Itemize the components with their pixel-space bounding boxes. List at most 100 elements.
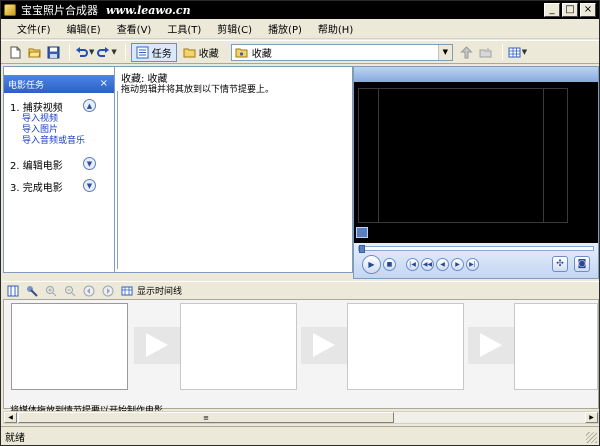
previous-button[interactable]: |◀ [406, 258, 419, 271]
menu-edit[interactable]: 编辑(E) [65, 20, 103, 37]
play-icon: ▶ [368, 260, 375, 269]
task-section-edit[interactable]: 2. 编辑电影 ▼ [4, 157, 114, 172]
task-section-title: 3. 完成电影 [10, 182, 63, 194]
seek-bar[interactable] [358, 245, 594, 253]
rewind-icon: ◀◀ [422, 261, 433, 268]
title-bar[interactable]: 宝宝照片合成器 www.leawo.cn _ □ × [1, 1, 599, 19]
storyboard-slot[interactable] [180, 303, 297, 390]
close-button[interactable]: × [580, 3, 596, 17]
menu-file[interactable]: 文件(F) [15, 20, 53, 37]
split-icon: ✣ [556, 259, 564, 269]
toolbar: ▼ ▼ 任务 收藏 收藏 ▼ ▼ [1, 40, 599, 64]
resize-grip[interactable] [586, 432, 597, 443]
preview-frame-inner [378, 88, 544, 223]
chevron-down-icon[interactable]: ▼ [83, 179, 96, 192]
status-bar: 就绪 [1, 426, 599, 445]
undo-dropdown-icon[interactable]: ▼ [89, 48, 94, 56]
collection-folder-icon [235, 48, 248, 57]
storyboard-toolbar: 显示时间线 [3, 281, 599, 299]
import-pictures-link[interactable]: 导入图片 [22, 125, 114, 136]
snapshot-button[interactable]: ◙ [574, 256, 590, 272]
favorites-button[interactable]: 收藏 [180, 43, 222, 61]
tasks-label: 任务 [151, 48, 172, 60]
storyboard[interactable]: 将媒体拖放到情节提要以开始制作电影。 [3, 299, 599, 416]
views-button[interactable]: ▼ [508, 43, 527, 61]
open-project-button[interactable] [26, 43, 42, 61]
toolbar-separator [501, 44, 503, 60]
zoom-in-icon[interactable] [45, 285, 57, 297]
frame-forward-icon: ▶ [455, 261, 460, 268]
close-icon[interactable]: × [100, 78, 108, 89]
tasks-icon [136, 46, 149, 58]
menu-play[interactable]: 播放(P) [266, 20, 304, 37]
monitor-title-bar [354, 67, 598, 82]
maximize-button[interactable]: □ [562, 3, 578, 17]
collection-select-value: 收藏 [251, 48, 272, 60]
redo-dropdown-icon[interactable]: ▼ [111, 48, 116, 56]
show-timeline-button[interactable]: 显示时间线 [137, 284, 182, 297]
new-project-button[interactable] [7, 43, 23, 61]
views-dropdown-icon[interactable]: ▼ [522, 48, 527, 56]
frame-forward-button[interactable]: ▶ [451, 258, 464, 271]
preview-monitor: ▶ ■ |◀ ◀◀ ◀ ▶ ▶| ✣ ◙ [353, 66, 599, 279]
menu-help[interactable]: 帮助(H) [316, 20, 355, 37]
view-grid-icon [508, 47, 521, 57]
menu-clip[interactable]: 剪辑(C) [215, 20, 254, 37]
collection-select[interactable]: 收藏 ▼ [230, 43, 453, 61]
play-storyboard-icon[interactable] [102, 285, 114, 297]
transition-slot[interactable] [301, 327, 347, 364]
storyboard-slot[interactable] [11, 303, 128, 390]
menu-tools[interactable]: 工具(T) [165, 20, 203, 37]
task-section-title: 2. 编辑电影 [10, 160, 63, 172]
storyboard-slot[interactable] [514, 303, 598, 390]
tasks-button[interactable]: 任务 [130, 42, 177, 62]
rewind-storyboard-icon[interactable] [83, 285, 95, 297]
stop-icon: ■ [386, 261, 393, 268]
open-folder-icon [27, 48, 41, 57]
preview-screen [354, 82, 598, 228]
transition-arrow-icon [480, 333, 502, 357]
scroll-right-button[interactable]: ▶ [585, 412, 598, 423]
split-clip-icon[interactable] [356, 227, 368, 238]
transition-slot[interactable] [468, 327, 514, 364]
narrate-icon[interactable] [26, 285, 38, 297]
window-site: www.leawo.cn [106, 3, 191, 17]
collection-pane[interactable]: 收藏: 收藏 拖动剪辑并将其放到以下情节提要上。 [115, 66, 353, 273]
play-button[interactable]: ▶ [362, 255, 381, 274]
chevron-down-icon[interactable]: ▼ [437, 44, 452, 60]
chevron-down-icon[interactable]: ▼ [83, 157, 96, 170]
task-section-finish[interactable]: 3. 完成电影 ▼ [4, 179, 114, 194]
up-level-button[interactable] [459, 43, 475, 61]
menu-view[interactable]: 查看(V) [115, 20, 154, 37]
app-icon [4, 4, 16, 16]
minimize-button[interactable]: _ [544, 3, 560, 17]
window-title: 宝宝照片合成器 [21, 4, 98, 17]
redo-button[interactable]: ▼ [97, 43, 117, 61]
import-audio-link[interactable]: 导入音频或音乐 [22, 136, 114, 147]
timeline-icon[interactable] [121, 285, 133, 297]
new-collection-button[interactable] [478, 43, 494, 61]
frame-back-button[interactable]: ◀ [436, 258, 449, 271]
favorites-label: 收藏 [198, 48, 219, 60]
zoom-out-icon[interactable] [64, 285, 76, 297]
storyboard-scrollbar[interactable]: ◀ ≡ ▶ [3, 411, 599, 424]
import-video-link[interactable]: 导入视频 [22, 114, 114, 125]
save-icon [47, 46, 59, 58]
task-section-capture[interactable]: 1. 捕获视频 ▲ [4, 99, 114, 114]
rewind-button[interactable]: ◀◀ [421, 258, 434, 271]
movie-tasks-header: 电影任务 × [4, 75, 114, 93]
scroll-thumb[interactable]: ≡ [18, 412, 394, 423]
split-button[interactable]: ✣ [552, 256, 568, 272]
seek-thumb[interactable] [359, 245, 365, 253]
stop-button[interactable]: ■ [383, 258, 396, 271]
undo-button[interactable]: ▼ [75, 43, 94, 61]
next-button[interactable]: ▶| [466, 258, 479, 271]
storyboard-slot[interactable] [347, 303, 464, 390]
transition-slot[interactable] [134, 327, 180, 364]
transition-arrow-icon [146, 333, 168, 357]
chevron-up-icon[interactable]: ▲ [83, 99, 96, 112]
scroll-left-button[interactable]: ◀ [4, 412, 17, 423]
collection-instructions: 拖动剪辑并将其放到以下情节提要上。 [121, 85, 275, 95]
save-project-button[interactable] [45, 43, 61, 61]
storyboard-icon[interactable] [7, 285, 19, 297]
